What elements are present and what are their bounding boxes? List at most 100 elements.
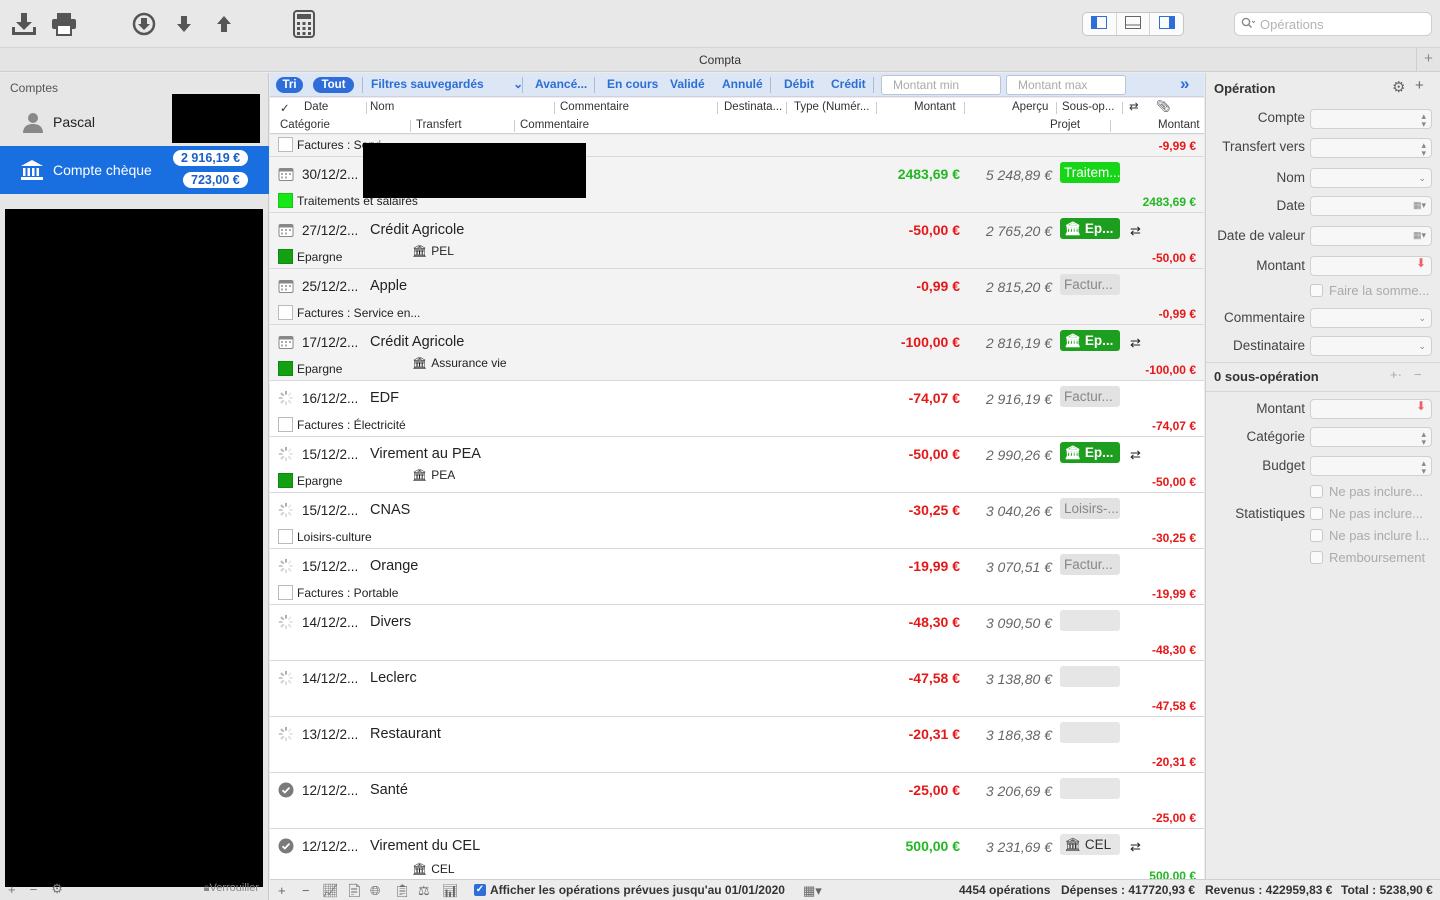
arrow-down-icon[interactable] — [170, 10, 198, 38]
date-field[interactable]: ▦▾ — [1310, 196, 1432, 216]
faire-somme-checkbox[interactable]: Faire la somme... — [1310, 283, 1429, 298]
valide-filter[interactable]: Validé — [670, 77, 705, 91]
tout-filter-button[interactable]: Tout — [313, 77, 354, 93]
montant-field[interactable]: ⬇︎ — [1310, 256, 1432, 276]
transaction-subamount: 500,00 € — [1149, 869, 1196, 879]
destinataire-combobox[interactable]: ⌄ — [1310, 336, 1432, 356]
tri-button[interactable]: Tri — [276, 77, 303, 93]
search-field[interactable] — [1234, 12, 1432, 36]
col-check[interactable]: ✓ — [280, 101, 290, 115]
bar-chart-icon[interactable]: 📊︎ — [442, 883, 459, 899]
sidebar-item-pascal[interactable]: Pascal — [0, 94, 269, 145]
transfer-target: 🏛︎ PEL — [412, 244, 454, 258]
remove-operation-button[interactable]: − — [302, 883, 310, 898]
saved-filters-dropdown[interactable]: Filtres sauvegardés ⌄ — [371, 77, 523, 91]
en-cours-filter[interactable]: En cours — [607, 77, 658, 91]
gear-icon[interactable]: ⚙ — [1392, 78, 1405, 96]
commentaire-combobox[interactable]: ⌄ — [1310, 308, 1432, 328]
calendar-grid-icon[interactable]: ▦▾ — [803, 883, 822, 899]
col-apercu[interactable]: Aperçu — [1012, 101, 1048, 113]
col-nom[interactable]: Nom — [370, 101, 394, 113]
table-row[interactable]: 16/12/2... EDF -74,07 € 2 916,19 € Factu… — [270, 381, 1204, 437]
advanced-filter-button[interactable]: Avancé... — [535, 77, 587, 91]
circle-down-icon[interactable] — [130, 10, 158, 38]
table-row[interactable]: 17/12/2... Crédit Agricole -100,00 € 2 8… — [270, 325, 1204, 381]
date-valeur-field[interactable]: ▦▾ — [1310, 226, 1432, 246]
transaction-category: Traitements et salaires — [297, 194, 418, 208]
category-badge-label: Ep... — [1084, 445, 1114, 460]
table-row[interactable]: 27/12/2... Crédit Agricole -50,00 € 2 76… — [270, 213, 1204, 269]
col-montant-2[interactable]: Montant — [1158, 119, 1200, 131]
sidebar-item-compte-cheque[interactable]: Compte chèque 2 916,19 € 723,00 € — [0, 146, 269, 194]
search-input[interactable] — [1260, 16, 1420, 32]
budget-select[interactable]: ▴ ▾ — [1310, 456, 1432, 476]
show-planned-checkbox[interactable]: ✓ Afficher les opérations prévues jusqu'… — [474, 883, 785, 897]
table-row[interactable]: 30/12/2... 2483,69 € 5 248,89 € Traitem.… — [270, 143, 1204, 213]
col-categorie[interactable]: Catégorie — [280, 119, 330, 131]
transfert-vers-select[interactable]: ▴ ▾ — [1310, 138, 1432, 158]
table-row[interactable]: 15/12/2... Orange -19,99 € 3 070,51 € Fa… — [270, 549, 1204, 605]
col-destinataire[interactable]: Destinata... — [724, 101, 782, 113]
categorie-select[interactable]: ▴ ▾ — [1310, 427, 1432, 447]
scale-icon[interactable]: ⚖︎ — [418, 883, 430, 899]
transfer-arrows-icon[interactable]: ⇄ — [1129, 99, 1139, 113]
globe-icon[interactable]: 🌐︎ — [370, 883, 380, 899]
table-row[interactable]: 14/12/2... Leclerc -47,58 € 3 138,80 € -… — [270, 661, 1204, 717]
montant-min-input[interactable] — [881, 75, 1001, 95]
add-sub-operation-button[interactable]: +· — [1390, 367, 1402, 382]
col-commentaire[interactable]: Commentaire — [560, 101, 629, 113]
debit-filter[interactable]: Débit — [784, 77, 814, 91]
chevron-double-right-icon[interactable]: » — [1180, 74, 1189, 94]
arrow-up-icon[interactable] — [210, 10, 238, 38]
sub-montant-field[interactable]: ⬇︎ — [1310, 399, 1432, 419]
gear-icon[interactable]: ⚙ — [51, 881, 63, 897]
annule-filter[interactable]: Annulé — [722, 77, 763, 91]
transaction-category: Epargne — [297, 362, 343, 376]
add-account-button[interactable]: + — [8, 882, 16, 897]
bottom-panel-toggle[interactable] — [1117, 13, 1151, 35]
montant-max-input[interactable] — [1006, 75, 1126, 95]
compte-select[interactable]: ▴ ▾ — [1310, 109, 1432, 129]
col-projet[interactable]: Projet — [1050, 119, 1080, 131]
stepper-arrows-icon: ▴ ▾ — [1421, 458, 1426, 476]
add-tab-button[interactable]: + — [1416, 48, 1440, 72]
col-type[interactable]: Type (Numér... — [794, 101, 869, 113]
paperclip-icon[interactable]: 📎︎ — [1156, 99, 1171, 113]
right-panel-toggle[interactable] — [1150, 13, 1183, 35]
print-icon[interactable] — [50, 10, 78, 38]
table-row[interactable]: 14/12/2... Divers -48,30 € 3 090,50 € -4… — [270, 605, 1204, 661]
ne-pas-inclure-checkbox-3[interactable]: Ne pas inclure l... — [1310, 528, 1429, 543]
ne-pas-inclure-checkbox-1[interactable]: Ne pas inclure... — [1310, 484, 1423, 499]
col-sous-op[interactable]: Sous-op... — [1062, 101, 1114, 113]
remboursement-checkbox[interactable]: Remboursement — [1310, 550, 1425, 565]
table-row[interactable]: 15/12/2... CNAS -30,25 € 3 040,26 € Lois… — [270, 493, 1204, 549]
remove-sub-operation-button[interactable]: − — [1414, 367, 1422, 382]
bank-icon: 🏛︎ — [412, 862, 428, 876]
col-montant[interactable]: Montant — [914, 101, 956, 113]
lock-button[interactable]: 🔒︎Verrouiller — [204, 882, 259, 895]
left-panel-toggle[interactable] — [1083, 13, 1117, 35]
col-date[interactable]: Date — [304, 101, 328, 113]
add-operation-button[interactable]: + — [1415, 77, 1424, 94]
ne-pas-inclure-checkbox-2[interactable]: Ne pas inclure... — [1310, 506, 1423, 521]
statement-icon[interactable]: 📋︎ — [394, 883, 411, 899]
divider — [1122, 102, 1123, 114]
calculator-icon[interactable] — [290, 10, 318, 38]
table-row[interactable]: 25/12/2... Apple -0,99 € 2 815,20 € Fact… — [270, 269, 1204, 325]
remove-account-button[interactable]: − — [30, 882, 38, 897]
table-row[interactable]: 12/12/2... Virement du CEL 500,00 € 3 23… — [270, 829, 1204, 879]
col-commentaire-2[interactable]: Commentaire — [520, 119, 589, 131]
table-row[interactable]: 13/12/2... Restaurant -20,31 € 3 186,38 … — [270, 717, 1204, 773]
credit-filter[interactable]: Crédit — [831, 77, 866, 91]
nom-combobox[interactable]: ⌄ — [1310, 168, 1432, 188]
table-row[interactable]: 12/12/2... Santé -25,00 € 3 206,69 € -25… — [270, 773, 1204, 829]
add-operation-button[interactable]: + — [278, 883, 286, 898]
redacted-block — [5, 209, 263, 887]
transaction-balance: 2 990,26 € — [985, 447, 1052, 463]
table-row[interactable]: 15/12/2... Virement au PEA -50,00 € 2 99… — [270, 437, 1204, 493]
download-icon[interactable] — [10, 10, 38, 38]
faire-somme-label: Faire la somme... — [1329, 283, 1430, 298]
col-transfert[interactable]: Transfert — [416, 119, 462, 131]
line-chart-icon[interactable]: 📈︎ — [322, 883, 339, 899]
report-icon[interactable]: 📄︎ — [346, 883, 363, 899]
